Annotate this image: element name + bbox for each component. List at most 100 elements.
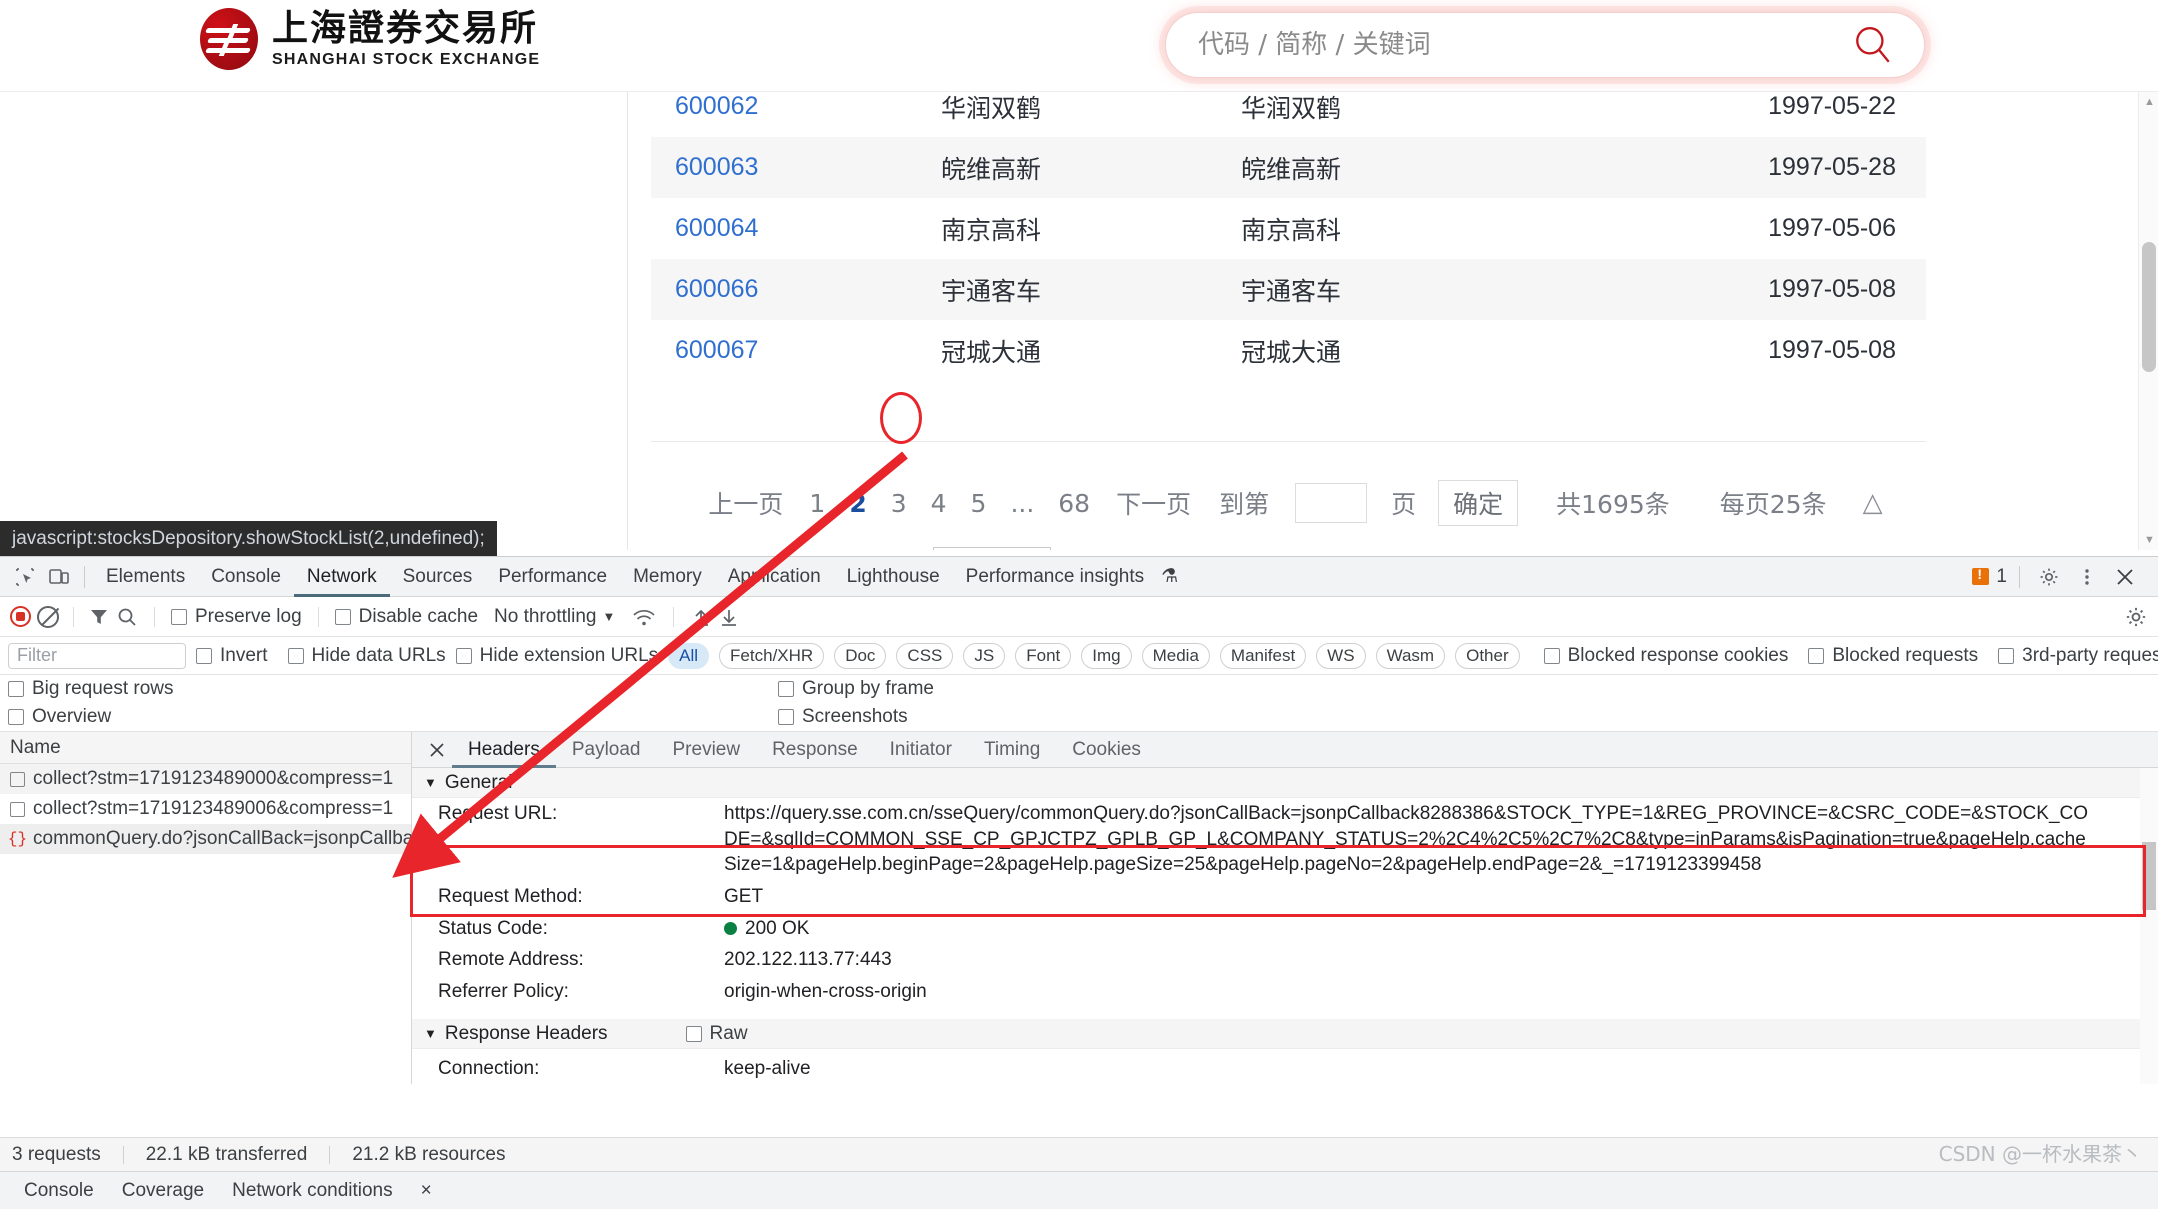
page-scrollbar[interactable]: ▲ ▼ (2138, 92, 2158, 550)
pagination-page-4[interactable]: 4 (919, 489, 959, 518)
filter-type-fetch-xhr[interactable]: Fetch/XHR (719, 642, 825, 669)
close-icon[interactable] (2108, 562, 2142, 592)
pagination-confirm-button[interactable]: 确定 (1438, 480, 1519, 526)
detail-tab-initiator[interactable]: Initiator (874, 732, 968, 768)
close-icon[interactable] (422, 741, 452, 759)
cell-code[interactable]: 600063 (651, 153, 841, 182)
filter-type-all[interactable]: All (668, 642, 710, 669)
gear-icon[interactable] (2124, 605, 2148, 629)
page-scrollbar-thumb[interactable] (2142, 242, 2156, 372)
table-row[interactable]: 600067 冠城大通 冠城大通 1997-05-08 (651, 320, 1926, 381)
site-search-box[interactable] (1165, 12, 1925, 78)
drawer-tab-network-conditions[interactable]: Network conditions (218, 1180, 407, 1202)
scroll-up-arrow-icon[interactable]: ▲ (2144, 96, 2155, 108)
request-row[interactable]: collect?stm=1719123489006&compress=1 (0, 794, 411, 824)
tab-network[interactable]: Network (293, 557, 390, 597)
detail-tab-response[interactable]: Response (756, 732, 874, 768)
hide-data-urls-checkbox[interactable]: Hide data URLs (287, 645, 446, 667)
pagination-page-1[interactable]: 1 (797, 489, 837, 518)
group-by-frame-checkbox[interactable]: Group by frame (778, 678, 934, 700)
search-input[interactable] (1196, 29, 1852, 61)
detail-tab-preview[interactable]: Preview (657, 732, 757, 768)
big-request-rows-checkbox[interactable]: Big request rows (8, 678, 778, 700)
pagination-page-last[interactable]: 68 (1046, 489, 1102, 518)
disable-cache-checkbox[interactable]: Disable cache (334, 606, 478, 628)
scroll-down-arrow-icon[interactable]: ▼ (2144, 534, 2155, 546)
export-har-icon[interactable] (718, 606, 740, 628)
pagination-page-2[interactable]: 2 (837, 489, 878, 518)
detail-tab-headers[interactable]: Headers (452, 732, 556, 768)
tab-lighthouse[interactable]: Lighthouse (834, 557, 953, 597)
filter-type-other[interactable]: Other (1455, 642, 1520, 669)
drawer-close-icon[interactable]: × (407, 1180, 446, 1202)
pagination-per-page[interactable]: 每页25条 (1708, 485, 1839, 521)
hide-extension-urls-checkbox[interactable]: Hide extension URLs (455, 645, 658, 667)
detail-tab-cookies[interactable]: Cookies (1056, 732, 1157, 768)
raw-checkbox[interactable]: Raw (685, 1023, 748, 1045)
third-party-requests-checkbox[interactable]: 3rd-party requests (1998, 645, 2158, 667)
table-row[interactable]: 600063 皖维高新 皖维高新 1997-05-28 (651, 137, 1926, 198)
device-toolbar-icon[interactable] (42, 562, 76, 592)
tab-elements[interactable]: Elements (93, 557, 198, 597)
tab-performance-insights[interactable]: Performance insights (953, 557, 1157, 597)
pagination-goto-input[interactable] (1295, 483, 1368, 523)
filter-type-manifest[interactable]: Manifest (1219, 642, 1307, 669)
sse-logo[interactable]: 上海證券交易所 SHANGHAI STOCK EXCHANGE (200, 8, 540, 70)
blocked-response-cookies-checkbox[interactable]: Blocked response cookies (1543, 645, 1788, 667)
inspect-element-icon[interactable] (8, 562, 42, 592)
pagination-prev[interactable]: 上一页 (694, 485, 797, 521)
cell-code[interactable]: 600067 (651, 336, 841, 365)
detail-tab-payload[interactable]: Payload (556, 732, 657, 768)
filter-type-js[interactable]: JS (963, 642, 1006, 669)
filter-type-wasm[interactable]: Wasm (1375, 642, 1446, 669)
table-row[interactable]: 600064 南京高科 南京高科 1997-05-06 (651, 198, 1926, 259)
throttling-select[interactable]: No throttling ▼ (494, 606, 615, 628)
cell-code[interactable]: 600066 (651, 275, 841, 304)
preserve-log-checkbox[interactable]: Preserve log (171, 606, 302, 628)
request-url-value[interactable]: https://query.sse.com.cn/sseQuery/common… (724, 801, 2158, 878)
caret-up-icon[interactable]: △ (1863, 488, 1883, 518)
response-headers-section-header[interactable]: ▼ Response Headers Raw (412, 1019, 2158, 1050)
filter-type-css[interactable]: CSS (896, 642, 954, 669)
drawer-tab-console[interactable]: Console (10, 1180, 108, 1202)
cell-code[interactable]: 600064 (651, 214, 841, 243)
screenshots-checkbox[interactable]: Screenshots (778, 706, 908, 728)
gear-icon[interactable] (2032, 562, 2066, 592)
filter-type-font[interactable]: Font (1015, 642, 1072, 669)
filter-input[interactable] (8, 642, 186, 669)
drawer-tab-coverage[interactable]: Coverage (108, 1180, 218, 1202)
network-conditions-icon[interactable] (631, 606, 657, 628)
pagination-next[interactable]: 下一页 (1102, 485, 1205, 521)
detail-scrollbar[interactable] (2140, 768, 2158, 1084)
record-stop-icon[interactable] (10, 606, 31, 627)
filter-type-doc[interactable]: Doc (834, 642, 887, 669)
filter-type-media[interactable]: Media (1141, 642, 1210, 669)
tab-application[interactable]: Application (715, 557, 834, 597)
tab-console[interactable]: Console (198, 557, 294, 597)
invert-checkbox[interactable]: Invert (196, 645, 268, 667)
search-icon[interactable] (1852, 24, 1894, 66)
column-name[interactable]: Name (10, 737, 61, 759)
clear-icon[interactable] (37, 605, 59, 628)
overview-checkbox[interactable]: Overview (8, 706, 778, 728)
request-row[interactable]: collect?stm=1719123489000&compress=1 (0, 764, 411, 794)
funnel-icon[interactable] (88, 606, 110, 628)
tab-performance[interactable]: Performance (485, 557, 620, 597)
tab-sources[interactable]: Sources (390, 557, 486, 597)
import-har-icon[interactable] (690, 606, 712, 628)
more-vertical-icon[interactable] (2070, 562, 2104, 592)
pagination-page-3[interactable]: 3 (879, 489, 919, 518)
warning-badge-icon[interactable]: 1 (1972, 566, 2007, 588)
pagination-page-5[interactable]: 5 (959, 489, 999, 518)
request-row-selected[interactable]: {} commonQuery.do?jsonCallBack=jsonpCall… (0, 824, 411, 854)
detail-tab-timing[interactable]: Timing (968, 732, 1056, 768)
cell-code[interactable]: 600062 (651, 92, 841, 121)
table-row[interactable]: 600062 华润双鹤 华润双鹤 1997-05-22 (651, 76, 1926, 137)
blocked-requests-checkbox[interactable]: Blocked requests (1808, 645, 1978, 667)
detail-scrollbar-thumb[interactable] (2142, 842, 2156, 910)
general-section-header[interactable]: ▼ General (412, 768, 2158, 798)
search-icon[interactable] (116, 606, 138, 628)
table-row[interactable]: 600066 宇通客车 宇通客车 1997-05-08 (651, 259, 1926, 320)
filter-type-ws[interactable]: WS (1316, 642, 1366, 669)
tab-memory[interactable]: Memory (620, 557, 715, 597)
